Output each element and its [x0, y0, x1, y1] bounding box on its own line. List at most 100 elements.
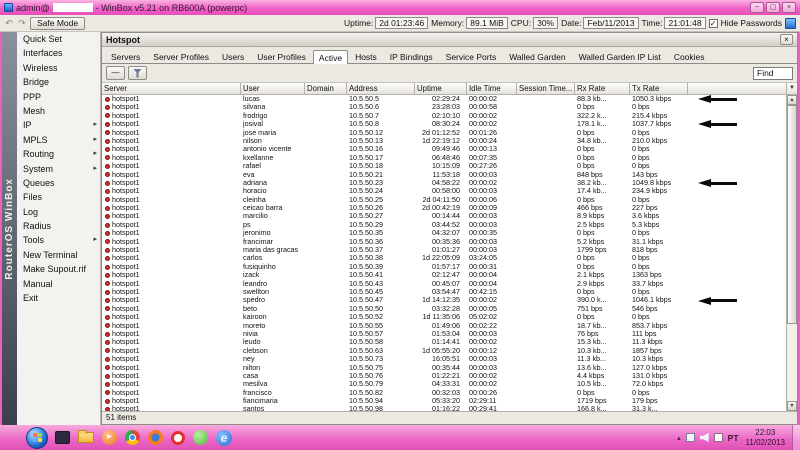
safe-mode-button[interactable]: Safe Mode	[30, 16, 86, 30]
tab-service-ports[interactable]: Service Ports	[440, 49, 503, 63]
table-row[interactable]: hotspot1 carlos 10.5.50.38 1d 22:05:09 03:24…	[102, 254, 786, 262]
table-row[interactable]: hotspot1 fiancimaria 10.5.50.94 05:33:20 02:…	[102, 397, 786, 405]
media-player-icon[interactable]: ▶	[102, 430, 117, 445]
table-row[interactable]: hotspot1 jose maria 10.5.50.12 2d 01:12:52 0…	[102, 129, 786, 137]
taskbar-clock[interactable]: 22:03 11/02/2013	[744, 428, 787, 448]
table-row[interactable]: hotspot1 fusiquinho 10.5.50.39 01:57:17 00:0…	[102, 263, 786, 271]
table-row[interactable]: hotspot1 izack 10.5.50.41 02:12:47 00:00:04 2…	[102, 271, 786, 279]
sidebar-item-log[interactable]: Log	[17, 205, 100, 219]
hotspot-titlebar[interactable]: Hotspot ×	[102, 33, 797, 47]
table-row[interactable]: hotspot1 ney 10.5.50.73 16:05:51 00:00:03 11.…	[102, 355, 786, 363]
sidebar-item-make-supout-rif[interactable]: Make Supout.rif	[17, 262, 100, 276]
sidebar-item-routing[interactable]: Routing ▸	[17, 147, 100, 161]
table-row[interactable]: hotspot1 antonio vicente 10.5.50.16 09:49:4…	[102, 145, 786, 153]
scroll-down-icon[interactable]: ▼	[787, 401, 797, 411]
table-row[interactable]: hotspot1 clebson 10.5.50.63 1d 05:55:20 00:0…	[102, 347, 786, 355]
table-row[interactable]: hotspot1 marcilio 10.5.50.27 00:14:44 00:00:…	[102, 212, 786, 220]
scroll-up-icon[interactable]: ▲	[787, 95, 797, 105]
table-row[interactable]: hotspot1 silvana 10.5.50.6 23:28:03 00:00:58…	[102, 103, 786, 111]
chrome-icon[interactable]	[125, 430, 140, 445]
sidebar-item-ip[interactable]: IP ▸	[17, 118, 100, 132]
sidebar-item-quick-set[interactable]: Quick Set	[17, 32, 100, 46]
scrollbar-thumb[interactable]	[787, 105, 797, 325]
show-desktop-button[interactable]	[792, 425, 800, 450]
column-select-button[interactable]: ▼	[787, 83, 797, 95]
maximize-button[interactable]: ▢	[766, 2, 780, 13]
table-row[interactable]: hotspot1 mesilva 10.5.50.79 04:33:31 00:00:0…	[102, 380, 786, 388]
tab-ip-bindings[interactable]: IP Bindings	[384, 49, 439, 63]
remove-button[interactable]: —	[106, 66, 125, 80]
table-row[interactable]: hotspot1 rafael 10.5.50.18 10:15:09 00:27:26…	[102, 162, 786, 170]
firefox-icon[interactable]	[148, 430, 163, 445]
table-row[interactable]: hotspot1 beto 10.5.50.50 03:32:28 00:00:05 75…	[102, 305, 786, 313]
sidebar-item-ppp[interactable]: PPP	[17, 90, 100, 104]
table-row[interactable]: hotspot1 moreto 10.5.50.55 01:49:06 00:02:22…	[102, 322, 786, 330]
table-row[interactable]: hotspot1 kxellanne 10.5.50.17 06:48:46 00:07…	[102, 154, 786, 162]
sidebar-item-mesh[interactable]: Mesh	[17, 104, 100, 118]
redo-icon[interactable]: ↷	[17, 18, 27, 29]
tab-walled-garden[interactable]: Walled Garden	[503, 49, 571, 63]
table-row[interactable]: hotspot1 kairoon 10.5.50.52 1d 11:35:06 05:0…	[102, 313, 786, 321]
column-header-tx[interactable]: Tx Rate	[630, 83, 688, 95]
sidebar-item-exit[interactable]: Exit	[17, 291, 100, 305]
tab-hosts[interactable]: Hosts	[349, 49, 383, 63]
close-button[interactable]: ×	[782, 2, 796, 13]
ie-icon[interactable]: e	[216, 429, 232, 446]
column-header-rx[interactable]: Rx Rate	[575, 83, 630, 95]
sidebar-item-wireless[interactable]: Wireless	[17, 61, 100, 75]
column-header-server[interactable]: Server	[102, 83, 241, 95]
messenger-icon[interactable]	[193, 430, 208, 445]
table-row[interactable]: hotspot1 josival 10.5.50.8 08:30:24 00:00:02…	[102, 120, 786, 129]
filter-button[interactable]	[128, 66, 147, 80]
minimize-button[interactable]: −	[750, 2, 764, 13]
table-row[interactable]: hotspot1 francimar 10.5.50.36 00:35:36 00:00…	[102, 238, 786, 246]
table-row[interactable]: hotspot1 nilson 10.5.50.13 1d 22:19:12 00:00…	[102, 137, 786, 145]
console-icon[interactable]	[55, 431, 70, 444]
column-header-user[interactable]: User	[241, 83, 305, 95]
start-button[interactable]	[26, 426, 48, 449]
sidebar-item-manual[interactable]: Manual	[17, 277, 100, 291]
table-row[interactable]: hotspot1 cleinha 10.5.50.25 2d 04:11:50 00:0…	[102, 196, 786, 204]
hide-passwords-checkbox[interactable]: ✓	[708, 18, 718, 28]
sidebar-item-tools[interactable]: Tools ▸	[17, 233, 100, 247]
sidebar-item-system[interactable]: System ▸	[17, 162, 100, 176]
tab-user-profiles[interactable]: User Profiles	[251, 49, 312, 63]
hotspot-close-button[interactable]: ×	[780, 34, 793, 45]
column-header-idle[interactable]: Idle Time	[467, 83, 517, 95]
table-row[interactable]: hotspot1 eva 10.5.50.21 11:53:18 00:00:03 848…	[102, 171, 786, 179]
action-center-icon[interactable]	[713, 433, 723, 442]
sidebar-item-mpls[interactable]: MPLS ▸	[17, 133, 100, 147]
tab-server-profiles[interactable]: Server Profiles	[147, 49, 215, 63]
table-row[interactable]: hotspot1 adriana 10.5.50.23 04:58:22 00:00:0…	[102, 179, 786, 188]
table-row[interactable]: hotspot1 leandro 10.5.50.43 00:45:07 00:00:0…	[102, 280, 786, 288]
table-row[interactable]: hotspot1 swellton 10.5.50.45 03:54:47 00:42:…	[102, 288, 786, 296]
network-icon[interactable]	[685, 433, 695, 442]
hidden-icons-icon[interactable]: ▴	[677, 434, 681, 442]
find-input[interactable]: Find	[753, 66, 793, 80]
table-row[interactable]: hotspot1 nilton 10.5.50.75 00:35:44 00:00:03…	[102, 364, 786, 372]
table-row[interactable]: hotspot1 jeronimo 10.5.50.35 04:32:07 00:00:…	[102, 229, 786, 237]
undo-icon[interactable]: ↶	[4, 18, 14, 29]
tab-cookies[interactable]: Cookies	[668, 49, 711, 63]
table-row[interactable]: hotspot1 francisco 10.5.50.82 00:32:03 00:00…	[102, 389, 786, 397]
sidebar-item-bridge[interactable]: Bridge	[17, 75, 100, 89]
table-row[interactable]: hotspot1 leudo 10.5.50.58 01:14:41 00:00:02 1…	[102, 338, 786, 346]
table-row[interactable]: hotspot1 nivia 10.5.50.57 01:53:04 00:00:03 7…	[102, 330, 786, 338]
table-row[interactable]: hotspot1 maria das gracas 10.5.50.37 01:01:…	[102, 246, 786, 254]
sidebar-item-interfaces[interactable]: Interfaces	[17, 46, 100, 60]
table-row[interactable]: hotspot1 ceicao barra 10.5.50.26 2d 00:42:1…	[102, 204, 786, 212]
tab-servers[interactable]: Servers	[105, 49, 146, 63]
table-row[interactable]: hotspot1 frodrigo 10.5.50.7 02:10:10 00:00:0…	[102, 112, 786, 120]
column-header-address[interactable]: Address	[347, 83, 415, 95]
table-row[interactable]: hotspot1 spedro 10.5.50.47 1d 14:12:35 00:00…	[102, 296, 786, 305]
tab-users[interactable]: Users	[216, 49, 250, 63]
folder-icon[interactable]	[78, 430, 94, 443]
table-row[interactable]: hotspot1 lucas 10.5.50.5 02:29:24 00:00:02 88…	[102, 95, 786, 104]
column-header-uptime[interactable]: Uptime	[415, 83, 467, 95]
sidebar-item-radius[interactable]: Radius	[17, 219, 100, 233]
column-header-session[interactable]: Session Time...	[517, 83, 575, 95]
sidebar-item-new-terminal[interactable]: New Terminal	[17, 248, 100, 262]
column-header-domain[interactable]: Domain	[305, 83, 347, 95]
table-row[interactable]: hotspot1 horacio 10.5.50.24 00:58:00 00:00:0…	[102, 187, 786, 195]
volume-icon[interactable]	[699, 433, 709, 442]
